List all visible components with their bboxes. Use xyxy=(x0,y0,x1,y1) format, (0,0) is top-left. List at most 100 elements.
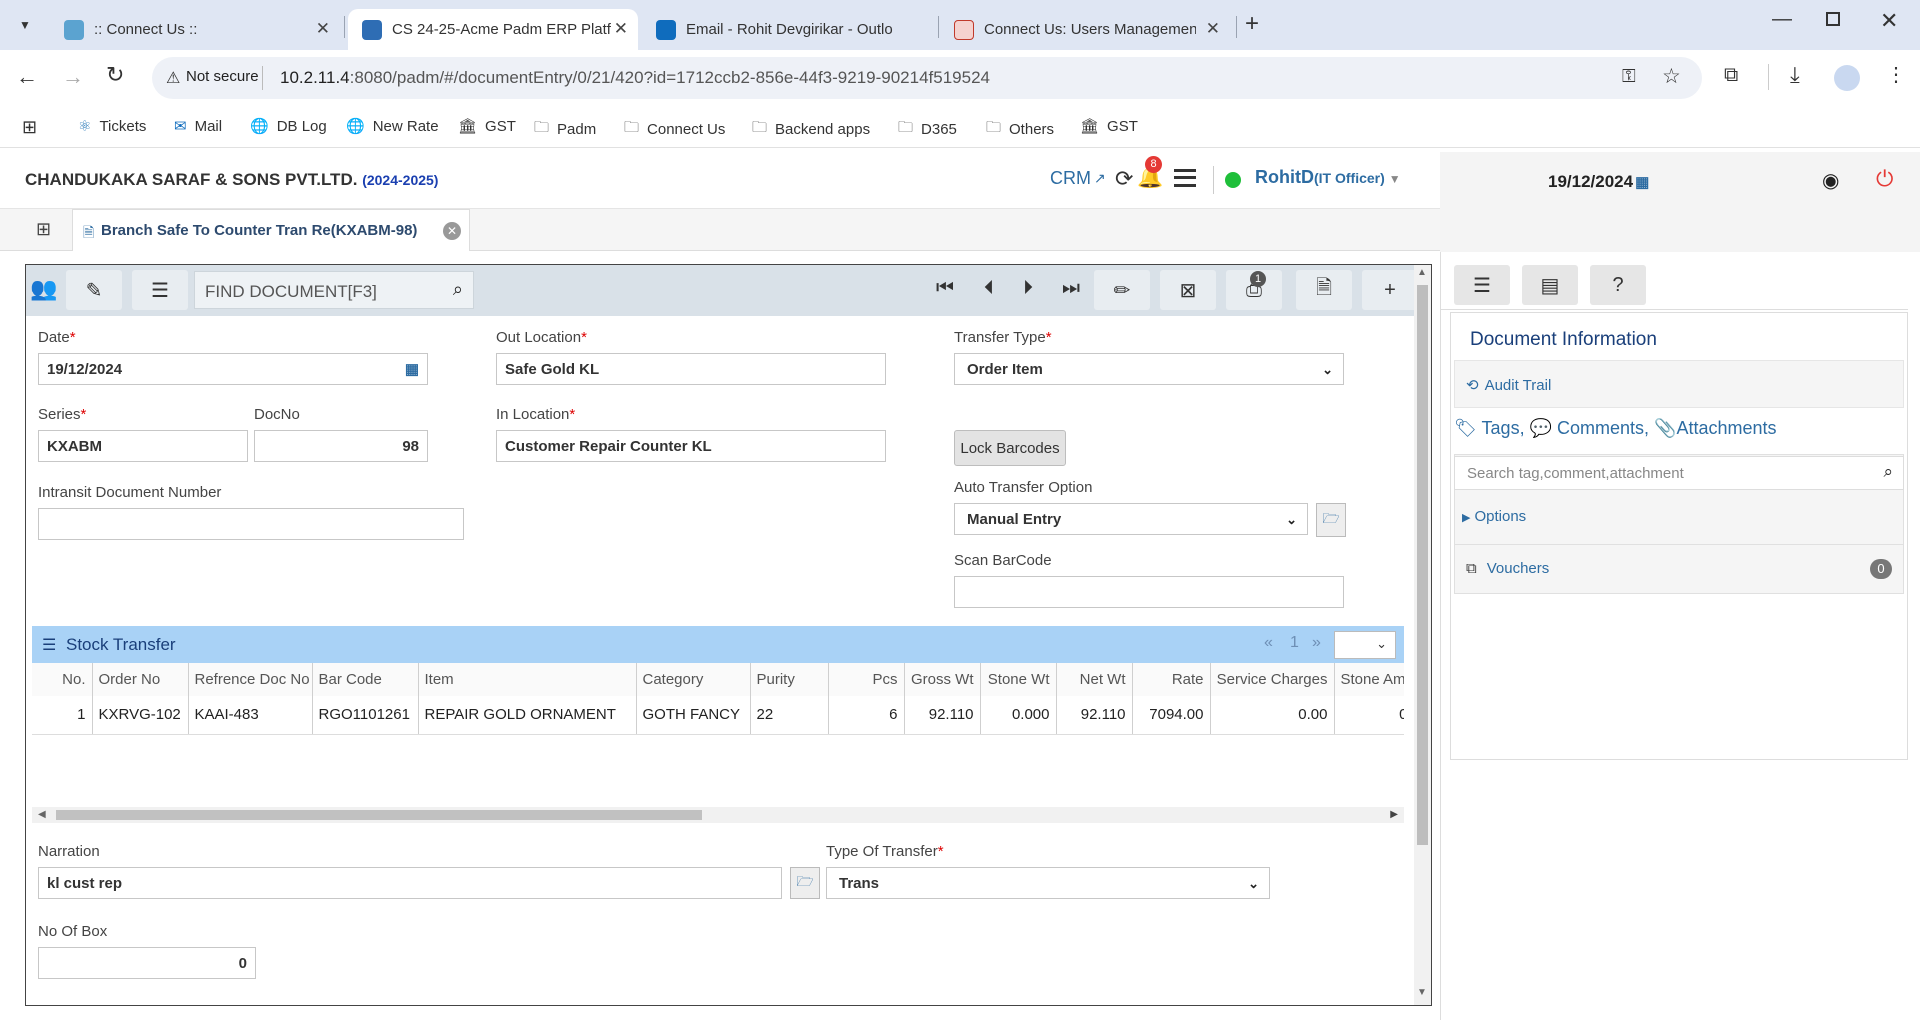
grid-column-header[interactable]: Item xyxy=(418,663,637,696)
scroll-down-icon[interactable]: ▼ xyxy=(1417,987,1427,998)
bookmark-mail[interactable]: ✉ Mail xyxy=(174,117,222,136)
bookmark-tickets[interactable]: ⚛ Tickets xyxy=(78,117,146,136)
url-omnibox[interactable]: ⚠ Not secure 10.2.11.4:8080/padm/#/docum… xyxy=(152,57,1702,99)
vertical-scrollbar[interactable]: ▲ ▼ xyxy=(1414,265,1431,1005)
search-icon[interactable]: ⌕ xyxy=(453,279,463,300)
grid-column-header[interactable]: Rate xyxy=(1132,663,1211,696)
date-field[interactable]: 19/12/2024 ▦ xyxy=(38,353,428,385)
bookmark-folder-padm[interactable]: 🗀 Padm xyxy=(534,117,596,142)
menu-bars-icon[interactable] xyxy=(1174,169,1196,187)
vouchers-link[interactable]: ⧉ Vouchers xyxy=(1466,560,1549,577)
intransit-field[interactable] xyxy=(38,508,464,540)
grid-column-header[interactable]: Purity xyxy=(750,663,829,696)
apps-grid-icon[interactable]: ⊞ xyxy=(22,117,37,138)
options-toggle[interactable]: ▶ Options xyxy=(1462,508,1526,525)
docno-field[interactable]: 98 xyxy=(254,430,428,462)
eye-slash-icon[interactable]: ◉ xyxy=(1822,168,1839,193)
back-icon[interactable]: ← xyxy=(16,64,38,90)
browser-tab-1[interactable]: :: Connect Us :: ✕ xyxy=(50,9,340,50)
tags-link[interactable]: Tags, xyxy=(1482,418,1525,438)
panel-help-icon[interactable]: ? xyxy=(1590,265,1646,305)
first-record-icon[interactable]: ⏮ xyxy=(936,277,954,300)
scroll-right-icon[interactable]: ▶ xyxy=(1390,809,1398,820)
tags-comments-attachments[interactable]: 🏷 Tags, 💬 Comments, 📎Attachments xyxy=(1454,418,1777,439)
bookmark-star-icon[interactable]: ☆ xyxy=(1662,64,1681,89)
power-icon[interactable]: ⏻ xyxy=(1876,166,1893,192)
sync-icon[interactable]: ⟳ xyxy=(1115,166,1133,192)
find-document-input[interactable]: FIND DOCUMENT[F3] ⌕ xyxy=(194,271,474,309)
grid-column-header[interactable]: Bar Code xyxy=(312,663,419,696)
calendar-icon[interactable]: ▦ xyxy=(405,360,419,378)
table-row[interactable]: 1 KXRVG-102 KAAI-483 RGO1101261 REPAIR GOLD … xyxy=(32,696,1404,735)
scroll-left-icon[interactable]: ◀ xyxy=(38,809,46,820)
close-window-icon[interactable]: ✕ xyxy=(1880,8,1898,34)
tab-close-icon[interactable]: ✕ xyxy=(1206,19,1220,39)
report-icon[interactable]: 🗎 xyxy=(1296,270,1352,310)
audit-trail-link[interactable]: ⟲ Audit Trail xyxy=(1466,376,1551,395)
bookmark-folder-connectus[interactable]: 🗀 Connect Us xyxy=(624,117,725,142)
bookmark-folder-backend[interactable]: 🗀 Backend apps xyxy=(752,117,870,142)
panel-book-icon[interactable]: ▤ xyxy=(1522,265,1578,305)
restore-icon[interactable] xyxy=(1826,12,1840,26)
narration-field[interactable]: kl cust rep xyxy=(38,867,782,899)
panel-list-icon[interactable]: ☰ xyxy=(1454,265,1510,305)
browser-tab-4[interactable]: Connect Us: Users Management ✕ xyxy=(940,9,1230,50)
horizontal-scrollbar[interactable]: ◀ ▶ xyxy=(32,807,1404,823)
grid-column-header[interactable]: Stone Amo xyxy=(1334,663,1404,696)
grid-column-header[interactable]: Service Charges xyxy=(1210,663,1335,696)
list-view-icon[interactable]: ☰ xyxy=(132,270,188,310)
header-date[interactable]: 19/12/2024 ▦ xyxy=(1548,172,1649,192)
browser-tab-3[interactable]: Email - Rohit Devgirikar - Outlo xyxy=(642,9,932,50)
pager-page[interactable]: 1 xyxy=(1290,634,1299,652)
bookmark-gst[interactable]: 🏛 GST xyxy=(458,117,516,136)
tag-search-input[interactable]: Search tag,comment,attachment ⌕ xyxy=(1454,456,1904,490)
series-field[interactable]: KXABM xyxy=(38,430,248,462)
bookmark-gst-2[interactable]: 🏛 GST xyxy=(1080,117,1138,136)
bookmark-folder-d365[interactable]: 🗀 D365 xyxy=(898,117,957,142)
extensions-icon[interactable]: ⧉ xyxy=(1724,64,1738,87)
previous-record-icon[interactable]: ⏴ xyxy=(984,277,994,300)
vertical-scrollbar-thumb[interactable] xyxy=(1417,285,1428,845)
transfer-type-select[interactable]: Order Item ⌄ xyxy=(954,353,1344,385)
forward-icon[interactable]: → xyxy=(62,64,84,90)
next-record-icon[interactable]: ⏵ xyxy=(1023,277,1033,300)
crm-link[interactable]: CRM ↗ xyxy=(1050,168,1106,189)
url-text[interactable]: 10.2.11.4:8080/padm/#/documentEntry/0/21… xyxy=(280,68,990,88)
bookmark-newrate[interactable]: 🌐 New Rate xyxy=(346,117,439,136)
grid-column-header[interactable]: Gross Wt xyxy=(904,663,981,696)
edit-pencil-icon[interactable]: ✏ xyxy=(1094,270,1150,310)
scan-barcode-field[interactable] xyxy=(954,576,1344,608)
out-location-field[interactable]: Safe Gold KL xyxy=(496,353,886,385)
pager-next[interactable]: » xyxy=(1312,634,1321,652)
comments-link[interactable]: Comments, xyxy=(1557,418,1649,438)
auto-transfer-select[interactable]: Manual Entry ⌄ xyxy=(954,503,1308,535)
minimize-icon[interactable]: — xyxy=(1772,8,1792,31)
tab-close-icon[interactable]: ✕ xyxy=(614,19,628,39)
attachments-link[interactable]: Attachments xyxy=(1677,418,1777,438)
grid-column-header[interactable]: Refrence Doc No xyxy=(188,663,313,696)
scrollbar-thumb[interactable] xyxy=(56,810,702,820)
cancel-document-icon[interactable]: ⊠ xyxy=(1160,270,1216,310)
grid-column-header[interactable]: No. xyxy=(32,663,93,696)
key-icon[interactable]: ⚿ xyxy=(1622,66,1636,87)
scroll-up-icon[interactable]: ▲ xyxy=(1417,267,1427,278)
document-tab[interactable]: 🗎 Branch Safe To Counter Tran Re(KXABM-9… xyxy=(72,209,470,251)
grid-column-header[interactable]: Stone Wt xyxy=(980,663,1057,696)
pager-prev[interactable]: « xyxy=(1264,634,1273,652)
no-of-box-field[interactable]: 0 xyxy=(38,947,256,979)
tab-search-chevron-icon[interactable]: ▼ xyxy=(12,12,38,38)
profile-avatar-icon[interactable] xyxy=(1834,65,1860,91)
user-menu[interactable]: RohitD(IT Officer) ▼ xyxy=(1255,167,1401,188)
browser-menu-icon[interactable]: ⋮ xyxy=(1886,62,1906,87)
last-record-icon[interactable]: ⏭ xyxy=(1062,277,1080,300)
folder-open-icon[interactable]: 🗁 xyxy=(1316,503,1346,537)
app-grid-icon[interactable]: ⊞ xyxy=(36,219,51,240)
grid-column-header[interactable]: Net Wt xyxy=(1056,663,1133,696)
edit-form-icon[interactable]: ✎ xyxy=(66,270,122,310)
page-size-select[interactable]: ⌄ xyxy=(1334,631,1396,659)
new-tab-plus-icon[interactable]: + xyxy=(1245,10,1259,38)
not-secure-label[interactable]: Not secure xyxy=(186,68,259,85)
tab-close-icon[interactable]: ✕ xyxy=(316,19,330,39)
lock-barcodes-button[interactable]: Lock Barcodes xyxy=(954,430,1066,466)
type-of-transfer-select[interactable]: Trans ⌄ xyxy=(826,867,1270,899)
